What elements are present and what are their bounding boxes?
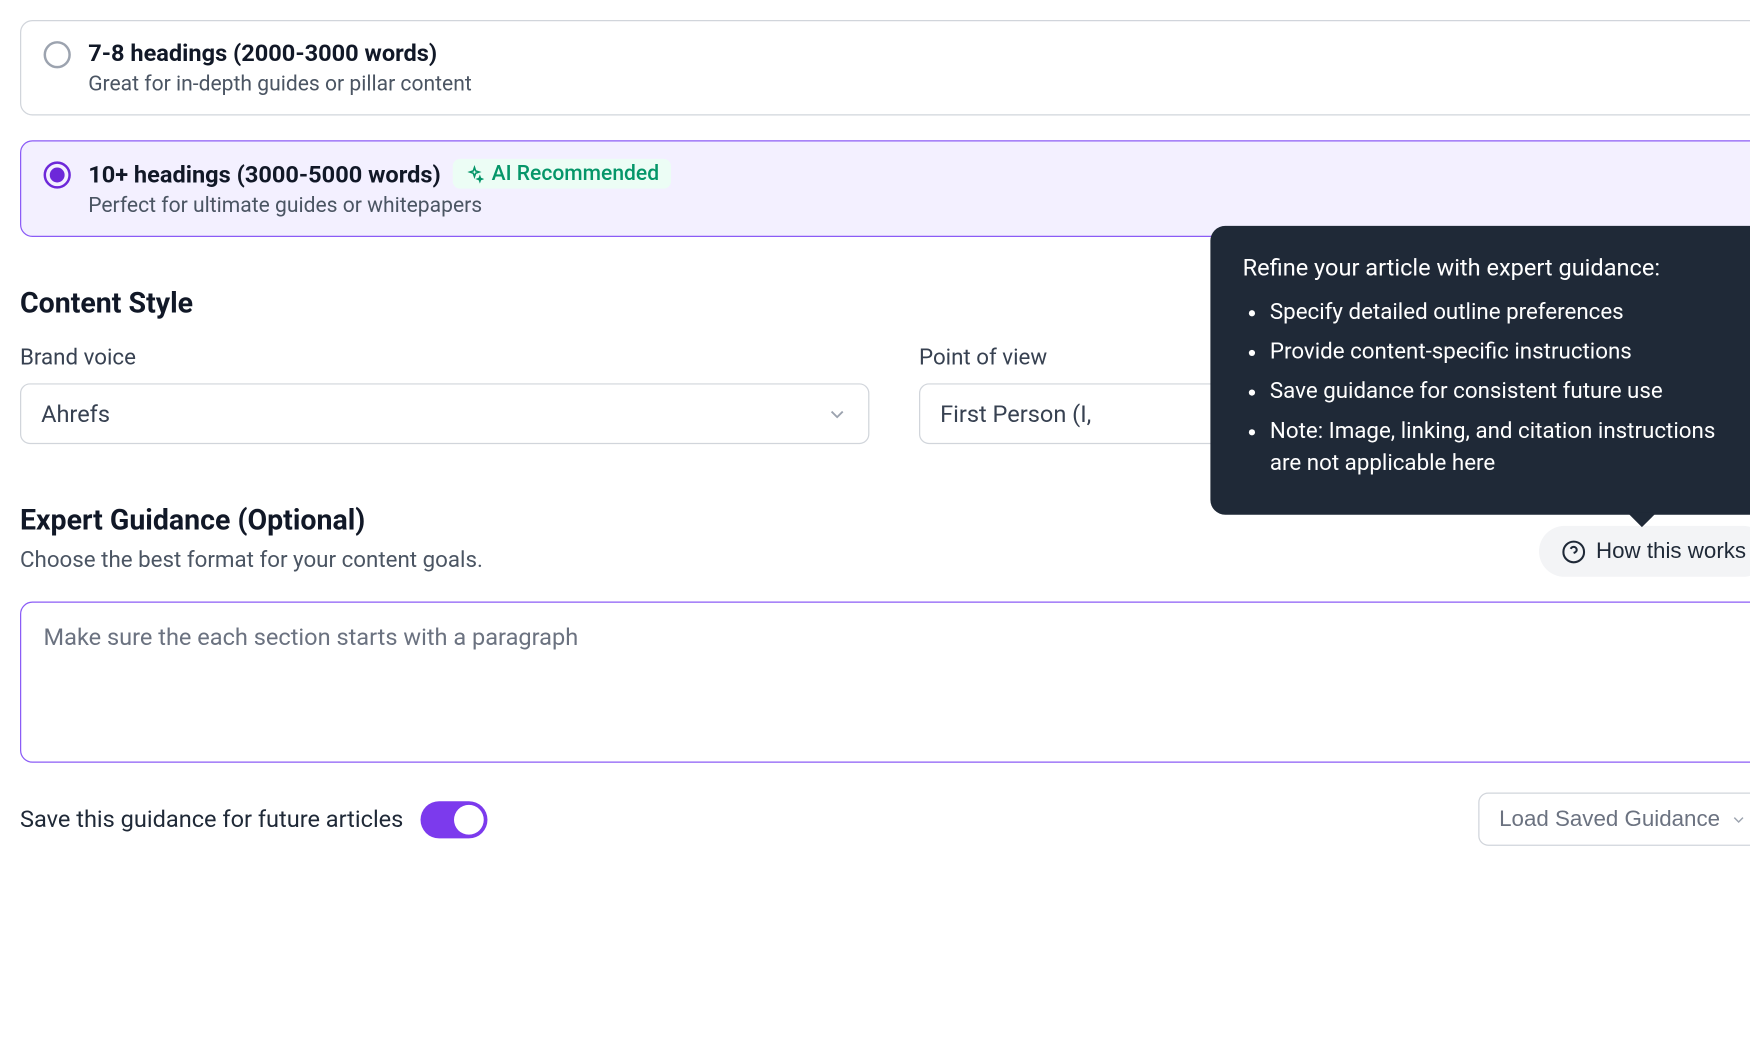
select-value: Ahrefs bbox=[41, 399, 110, 428]
tooltip-item: Specify detailed outline preferences bbox=[1270, 296, 1736, 328]
option-body: 7-8 headings (2000-3000 words) Great for… bbox=[88, 39, 1745, 97]
option-sub: Perfect for ultimate guides or whitepape… bbox=[88, 194, 1745, 219]
how-label: How this works bbox=[1596, 538, 1746, 564]
how-this-works-button[interactable]: How this works bbox=[1539, 526, 1750, 577]
chevron-down-icon bbox=[826, 403, 848, 425]
tooltip-item: Save guidance for consistent future use bbox=[1270, 376, 1736, 408]
option-title: 10+ headings (3000-5000 words) bbox=[88, 160, 441, 189]
ai-recommended-badge: AI Recommended bbox=[453, 159, 671, 189]
radio-icon bbox=[44, 161, 71, 188]
chevron-down-icon bbox=[1730, 811, 1747, 828]
heading-option-7-8[interactable]: 7-8 headings (2000-3000 words) Great for… bbox=[20, 20, 1750, 115]
brand-voice-select[interactable]: Ahrefs bbox=[20, 383, 869, 444]
option-body: 10+ headings (3000-5000 words) AI Recomm… bbox=[88, 159, 1745, 219]
heading-option-10plus[interactable]: 10+ headings (3000-5000 words) AI Recomm… bbox=[20, 140, 1750, 237]
select-value: First Person (I, bbox=[940, 399, 1091, 428]
expert-guidance-sub: Choose the best format for your content … bbox=[20, 547, 1539, 573]
badge-label: AI Recommended bbox=[492, 161, 660, 186]
radio-icon bbox=[44, 41, 71, 68]
brand-voice-label: Brand voice bbox=[20, 345, 869, 371]
save-guidance-toggle[interactable] bbox=[421, 801, 488, 838]
save-guidance-label: Save this guidance for future articles bbox=[20, 805, 403, 834]
expert-guidance-input[interactable] bbox=[20, 602, 1750, 763]
sparkle-icon bbox=[466, 164, 485, 183]
option-sub: Great for in-depth guides or pillar cont… bbox=[88, 72, 1745, 97]
option-title: 7-8 headings (2000-3000 words) bbox=[88, 39, 437, 68]
tooltip-item: Note: Image, linking, and citation instr… bbox=[1270, 415, 1736, 480]
tooltip-item: Provide content-specific instructions bbox=[1270, 336, 1736, 368]
how-this-works-tooltip: Refine your article with expert guidance… bbox=[1210, 225, 1750, 515]
load-label: Load Saved Guidance bbox=[1499, 806, 1720, 832]
tooltip-title: Refine your article with expert guidance… bbox=[1243, 253, 1737, 282]
load-saved-guidance-button[interactable]: Load Saved Guidance bbox=[1478, 793, 1750, 846]
help-icon bbox=[1561, 539, 1586, 564]
